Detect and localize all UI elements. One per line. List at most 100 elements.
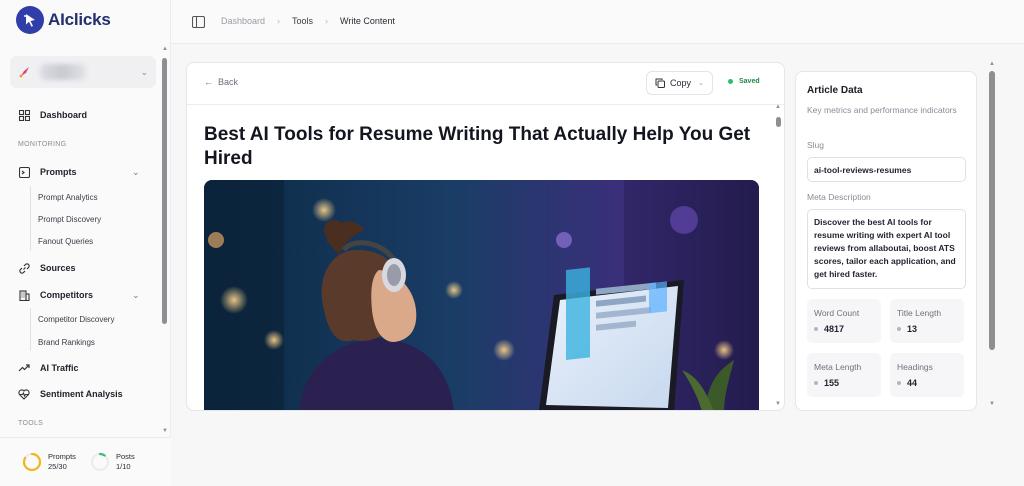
scroll-down-arrow[interactable]: ▼	[989, 401, 995, 407]
bullet-icon	[897, 327, 901, 331]
status-dot-icon	[728, 79, 733, 84]
meta-description-label: Meta Description	[807, 192, 871, 202]
article-data-panel: Article Data Key metrics and performance…	[795, 71, 977, 411]
submenu-line	[30, 308, 31, 351]
nav-prompt-discovery[interactable]: Prompt Discovery	[38, 215, 101, 224]
link-icon	[18, 262, 30, 274]
stat-value: 4817	[824, 324, 845, 334]
heart-pulse-icon	[18, 388, 30, 400]
bullet-icon	[814, 381, 818, 385]
back-label: Back	[218, 77, 239, 87]
scroll-down-arrow[interactable]: ▼	[162, 428, 168, 434]
posts-usage-value: 1/10	[116, 462, 131, 471]
nav-dashboard-label: Dashboard	[40, 110, 88, 120]
sidebar: AIclicks ⌄ Dashboard MONITORING Prompts …	[0, 0, 171, 486]
slug-field[interactable]: ai-tool-reviews-resumes	[807, 157, 966, 182]
prompts-usage: Prompts 25/30	[22, 452, 76, 472]
copy-label: Copy	[670, 78, 692, 88]
submenu-line	[30, 186, 31, 251]
stat-label: Title Length	[897, 308, 942, 318]
posts-usage-label: Posts	[116, 452, 135, 461]
posts-usage: Posts 1/10	[90, 452, 135, 472]
chevron-down-icon: ⌄	[698, 80, 704, 87]
scroll-up-arrow[interactable]: ▲	[775, 104, 781, 110]
hero-image	[204, 180, 759, 410]
nav-prompt-analytics[interactable]: Prompt Analytics	[38, 193, 98, 202]
article-title[interactable]: Best AI Tools for Resume Writing That Ac…	[204, 123, 764, 171]
nav-competitors[interactable]: Competitors ⌄	[18, 289, 148, 301]
section-monitoring: MONITORING	[18, 141, 67, 148]
stat-label: Word Count	[814, 308, 860, 318]
breadcrumb-current: Write Content	[340, 16, 395, 26]
saved-status: Saved	[728, 78, 760, 85]
nav-brand-rankings[interactable]: Brand Rankings	[38, 338, 95, 347]
stat-meta-length: Meta Length 155	[807, 353, 881, 397]
meta-description-field[interactable]: Discover the best AI tools for resume wr…	[807, 209, 966, 289]
nav-sources[interactable]: Sources	[18, 262, 76, 274]
trending-up-icon	[18, 362, 30, 374]
nav-ai-traffic[interactable]: AI Traffic	[18, 362, 79, 374]
grid-icon	[18, 109, 30, 121]
chevron-down-icon[interactable]: ⌄	[132, 290, 140, 301]
editor-card: ← Back Copy ⌄ Saved Best AI Tools for Re…	[186, 62, 785, 411]
chevron-down-icon[interactable]: ⌄	[132, 167, 140, 178]
sidebar-scrollbar[interactable]	[162, 58, 167, 324]
nav-ai-traffic-label: AI Traffic	[40, 363, 79, 373]
breadcrumb-tools[interactable]: Tools	[292, 16, 313, 26]
stat-value: 44	[907, 378, 918, 388]
copy-button[interactable]: Copy ⌄	[646, 71, 713, 95]
stat-label: Meta Length	[814, 362, 862, 372]
breadcrumb: Dashboard › Tools › Write Content	[221, 16, 395, 26]
scroll-up-arrow[interactable]: ▲	[162, 46, 168, 52]
editor-scrollbar[interactable]	[776, 117, 781, 127]
scroll-up-arrow[interactable]: ▲	[989, 61, 995, 67]
nav-prompts[interactable]: Prompts ⌄	[18, 166, 148, 178]
scroll-down-arrow[interactable]: ▼	[775, 401, 781, 407]
prompts-usage-ring	[22, 452, 42, 472]
nav-competitor-discovery[interactable]: Competitor Discovery	[38, 315, 114, 324]
stat-label: Headings	[897, 362, 933, 372]
logo[interactable]: AIclicks	[16, 6, 111, 34]
posts-usage-ring	[90, 452, 110, 472]
chevron-right-icon: ›	[325, 16, 329, 26]
stat-value: 155	[824, 378, 840, 388]
panel-subtitle: Key metrics and performance indicators	[807, 105, 957, 115]
page-scrollbar[interactable]	[989, 71, 995, 350]
back-button[interactable]: ← Back	[204, 77, 238, 87]
saved-label: Saved	[739, 78, 760, 85]
copy-icon	[655, 78, 665, 88]
nav-fanout-queries[interactable]: Fanout Queries	[38, 237, 93, 246]
app-name: AIclicks	[48, 10, 111, 29]
stat-value: 13	[907, 324, 918, 334]
usage-panel: Prompts 25/30 Posts 1/10	[0, 437, 171, 486]
editor-header: ← Back Copy ⌄ Saved	[187, 63, 784, 105]
slug-label: Slug	[807, 140, 825, 150]
prompts-usage-value: 25/30	[48, 462, 67, 471]
sidebar-toggle-icon[interactable]	[191, 15, 206, 33]
stat-headings: Headings 44	[890, 353, 964, 397]
rocket-icon	[19, 67, 29, 78]
workspace-name-redacted	[40, 64, 86, 80]
logo-icon	[16, 6, 44, 34]
stat-title-length: Title Length 13	[890, 299, 964, 343]
nav-sentiment-analysis-label: Sentiment Analysis	[40, 389, 123, 399]
nav-prompts-label: Prompts	[40, 167, 77, 177]
arrow-left-icon: ←	[204, 77, 213, 87]
topbar: Dashboard › Tools › Write Content	[171, 0, 1024, 44]
nav-sentiment-analysis[interactable]: Sentiment Analysis	[18, 388, 123, 400]
chevron-right-icon: ›	[277, 16, 281, 26]
nav-dashboard[interactable]: Dashboard	[18, 109, 87, 121]
bullet-icon	[897, 381, 901, 385]
section-tools: TOOLS	[18, 420, 44, 427]
prompts-usage-label: Prompts	[48, 452, 76, 461]
terminal-icon	[18, 166, 30, 178]
nav-competitors-label: Competitors	[40, 290, 94, 300]
workspace-switcher[interactable]: ⌄	[10, 56, 156, 88]
panel-title: Article Data	[807, 85, 863, 96]
building-icon	[18, 289, 30, 301]
stat-word-count: Word Count 4817	[807, 299, 881, 343]
breadcrumb-dashboard[interactable]: Dashboard	[221, 16, 265, 26]
bullet-icon	[814, 327, 818, 331]
nav-sources-label: Sources	[40, 263, 76, 273]
chevron-down-icon: ⌄	[140, 66, 148, 77]
